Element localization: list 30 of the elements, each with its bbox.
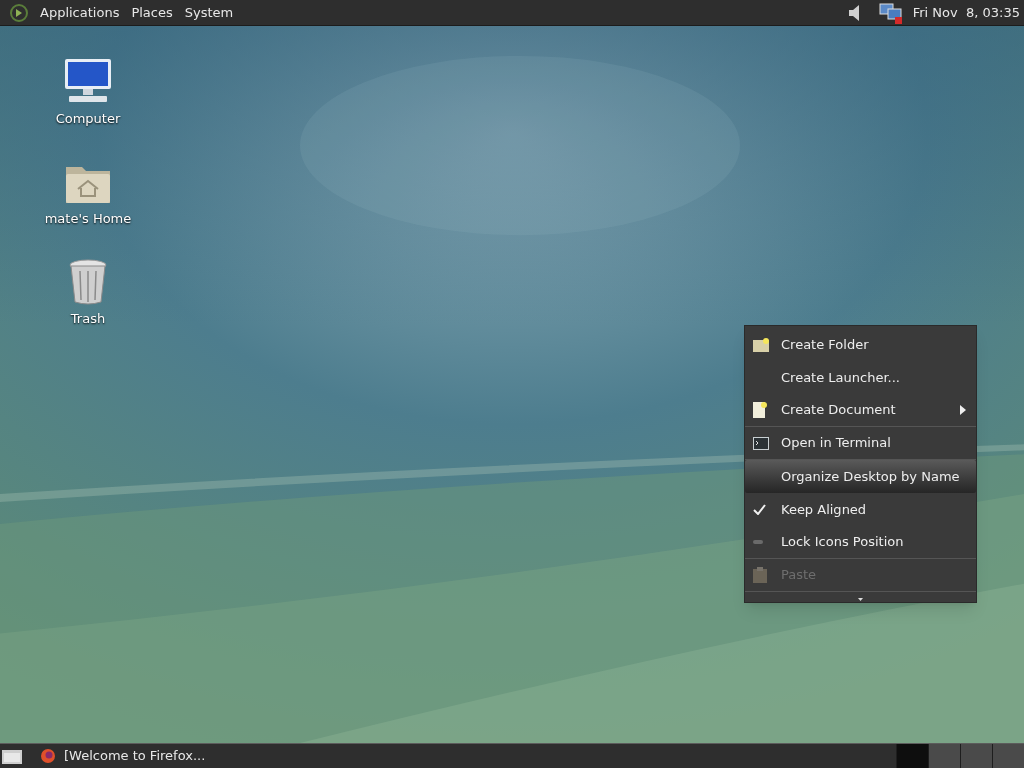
desktop-icon-label[interactable]: Computer	[55, 108, 121, 128]
mate-logo-icon[interactable]	[9, 2, 29, 23]
workspace-cell[interactable]	[896, 744, 928, 768]
menu-item[interactable]: Create Folder	[745, 328, 976, 361]
terminal-icon	[753, 436, 769, 450]
menu-item[interactable]: Create Document	[745, 394, 976, 427]
workspace-cell[interactable]	[992, 744, 1024, 768]
desktop-icon-label[interactable]: Trash	[70, 308, 106, 328]
workspace-cell[interactable]	[960, 744, 992, 768]
workspace-cell[interactable]	[928, 744, 960, 768]
desktop-icon-label[interactable]: mate's Home	[44, 208, 132, 228]
clock[interactable]: Fri Nov 8, 03:35	[912, 2, 1020, 23]
panel-menu[interactable]: System	[179, 2, 239, 23]
panel-menu[interactable]: Applications	[35, 2, 125, 23]
menu-item[interactable]: Lock Icons Position	[745, 526, 976, 559]
trash-icon	[68, 258, 108, 305]
document-icon	[753, 402, 767, 418]
clipboard-icon	[753, 567, 767, 583]
submenu-arrow-icon	[960, 405, 966, 415]
panel-menu[interactable]: Places	[126, 2, 178, 23]
menu-item[interactable]: Create Launcher...	[745, 361, 976, 394]
show-desktop-icon[interactable]	[2, 748, 22, 764]
scroll-down-icon[interactable]	[858, 598, 863, 601]
folder-icon	[753, 337, 769, 352]
menu-item[interactable]: Keep Aligned	[745, 493, 976, 526]
menu-item[interactable]: Organize Desktop by Name	[745, 460, 976, 493]
computer-icon	[63, 56, 113, 105]
browser-icon	[40, 748, 56, 764]
network-icon[interactable]	[878, 1, 903, 24]
taskbar-button[interactable]: [Welcome to Firefox...	[34, 745, 212, 767]
